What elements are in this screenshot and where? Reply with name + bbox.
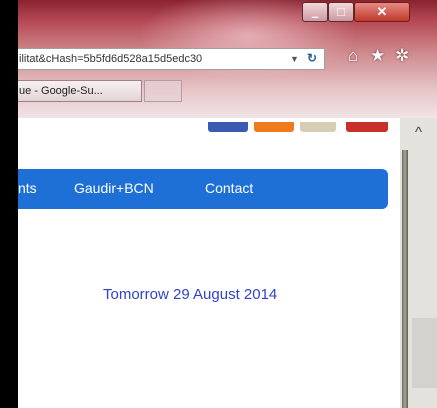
new-tab-button[interactable] — [144, 80, 182, 102]
email-icon[interactable] — [300, 122, 336, 132]
browser-tab[interactable]: ue - Google-Su... — [18, 80, 142, 102]
nav-item-events[interactable]: nts — [18, 180, 37, 196]
browser-chrome: – □ ✕ ilitat&cHash=5b5fd6d528a15d5edc30 … — [18, 0, 437, 118]
close-icon: ✕ — [376, 4, 388, 19]
facebook-icon[interactable] — [208, 122, 248, 132]
window-left-edge — [0, 0, 18, 408]
vertical-scrollbar[interactable]: ^ — [400, 118, 437, 408]
nav-item-contact[interactable]: Contact — [205, 180, 253, 196]
home-icon[interactable]: ⌂ — [348, 46, 358, 66]
gear-icon[interactable]: ✲ — [395, 46, 409, 66]
google-plus-icon[interactable] — [346, 122, 388, 132]
scroll-thumb[interactable] — [412, 318, 437, 388]
close-button[interactable]: ✕ — [354, 2, 410, 22]
address-dropdown-icon[interactable]: ▼ — [290, 49, 299, 69]
minimize-button[interactable]: – — [302, 2, 328, 24]
scroll-track[interactable] — [402, 150, 408, 408]
scroll-up-icon[interactable]: ^ — [400, 118, 437, 148]
page-content: nts Gaudir+BCN Contact Tomorrow 29 Augus… — [18, 118, 400, 408]
rss-icon[interactable] — [254, 122, 294, 132]
address-text: ilitat&cHash=5b5fd6d528a15d5edc30 — [19, 53, 203, 65]
main-nav: nts Gaudir+BCN Contact — [18, 169, 388, 209]
tab-title: ue - Google-Su... — [19, 85, 103, 97]
maximize-icon: □ — [337, 4, 345, 19]
refresh-icon[interactable]: ↻ — [307, 49, 317, 68]
nav-item-gaudir-bcn[interactable]: Gaudir+BCN — [74, 180, 154, 196]
address-bar[interactable]: ilitat&cHash=5b5fd6d528a15d5edc30 ▼ ↻ — [18, 48, 325, 70]
date-heading: Tomorrow 29 August 2014 — [103, 286, 278, 303]
minimize-icon: – — [311, 9, 319, 24]
star-icon[interactable]: ★ — [370, 46, 385, 66]
maximize-button[interactable]: □ — [328, 2, 354, 22]
